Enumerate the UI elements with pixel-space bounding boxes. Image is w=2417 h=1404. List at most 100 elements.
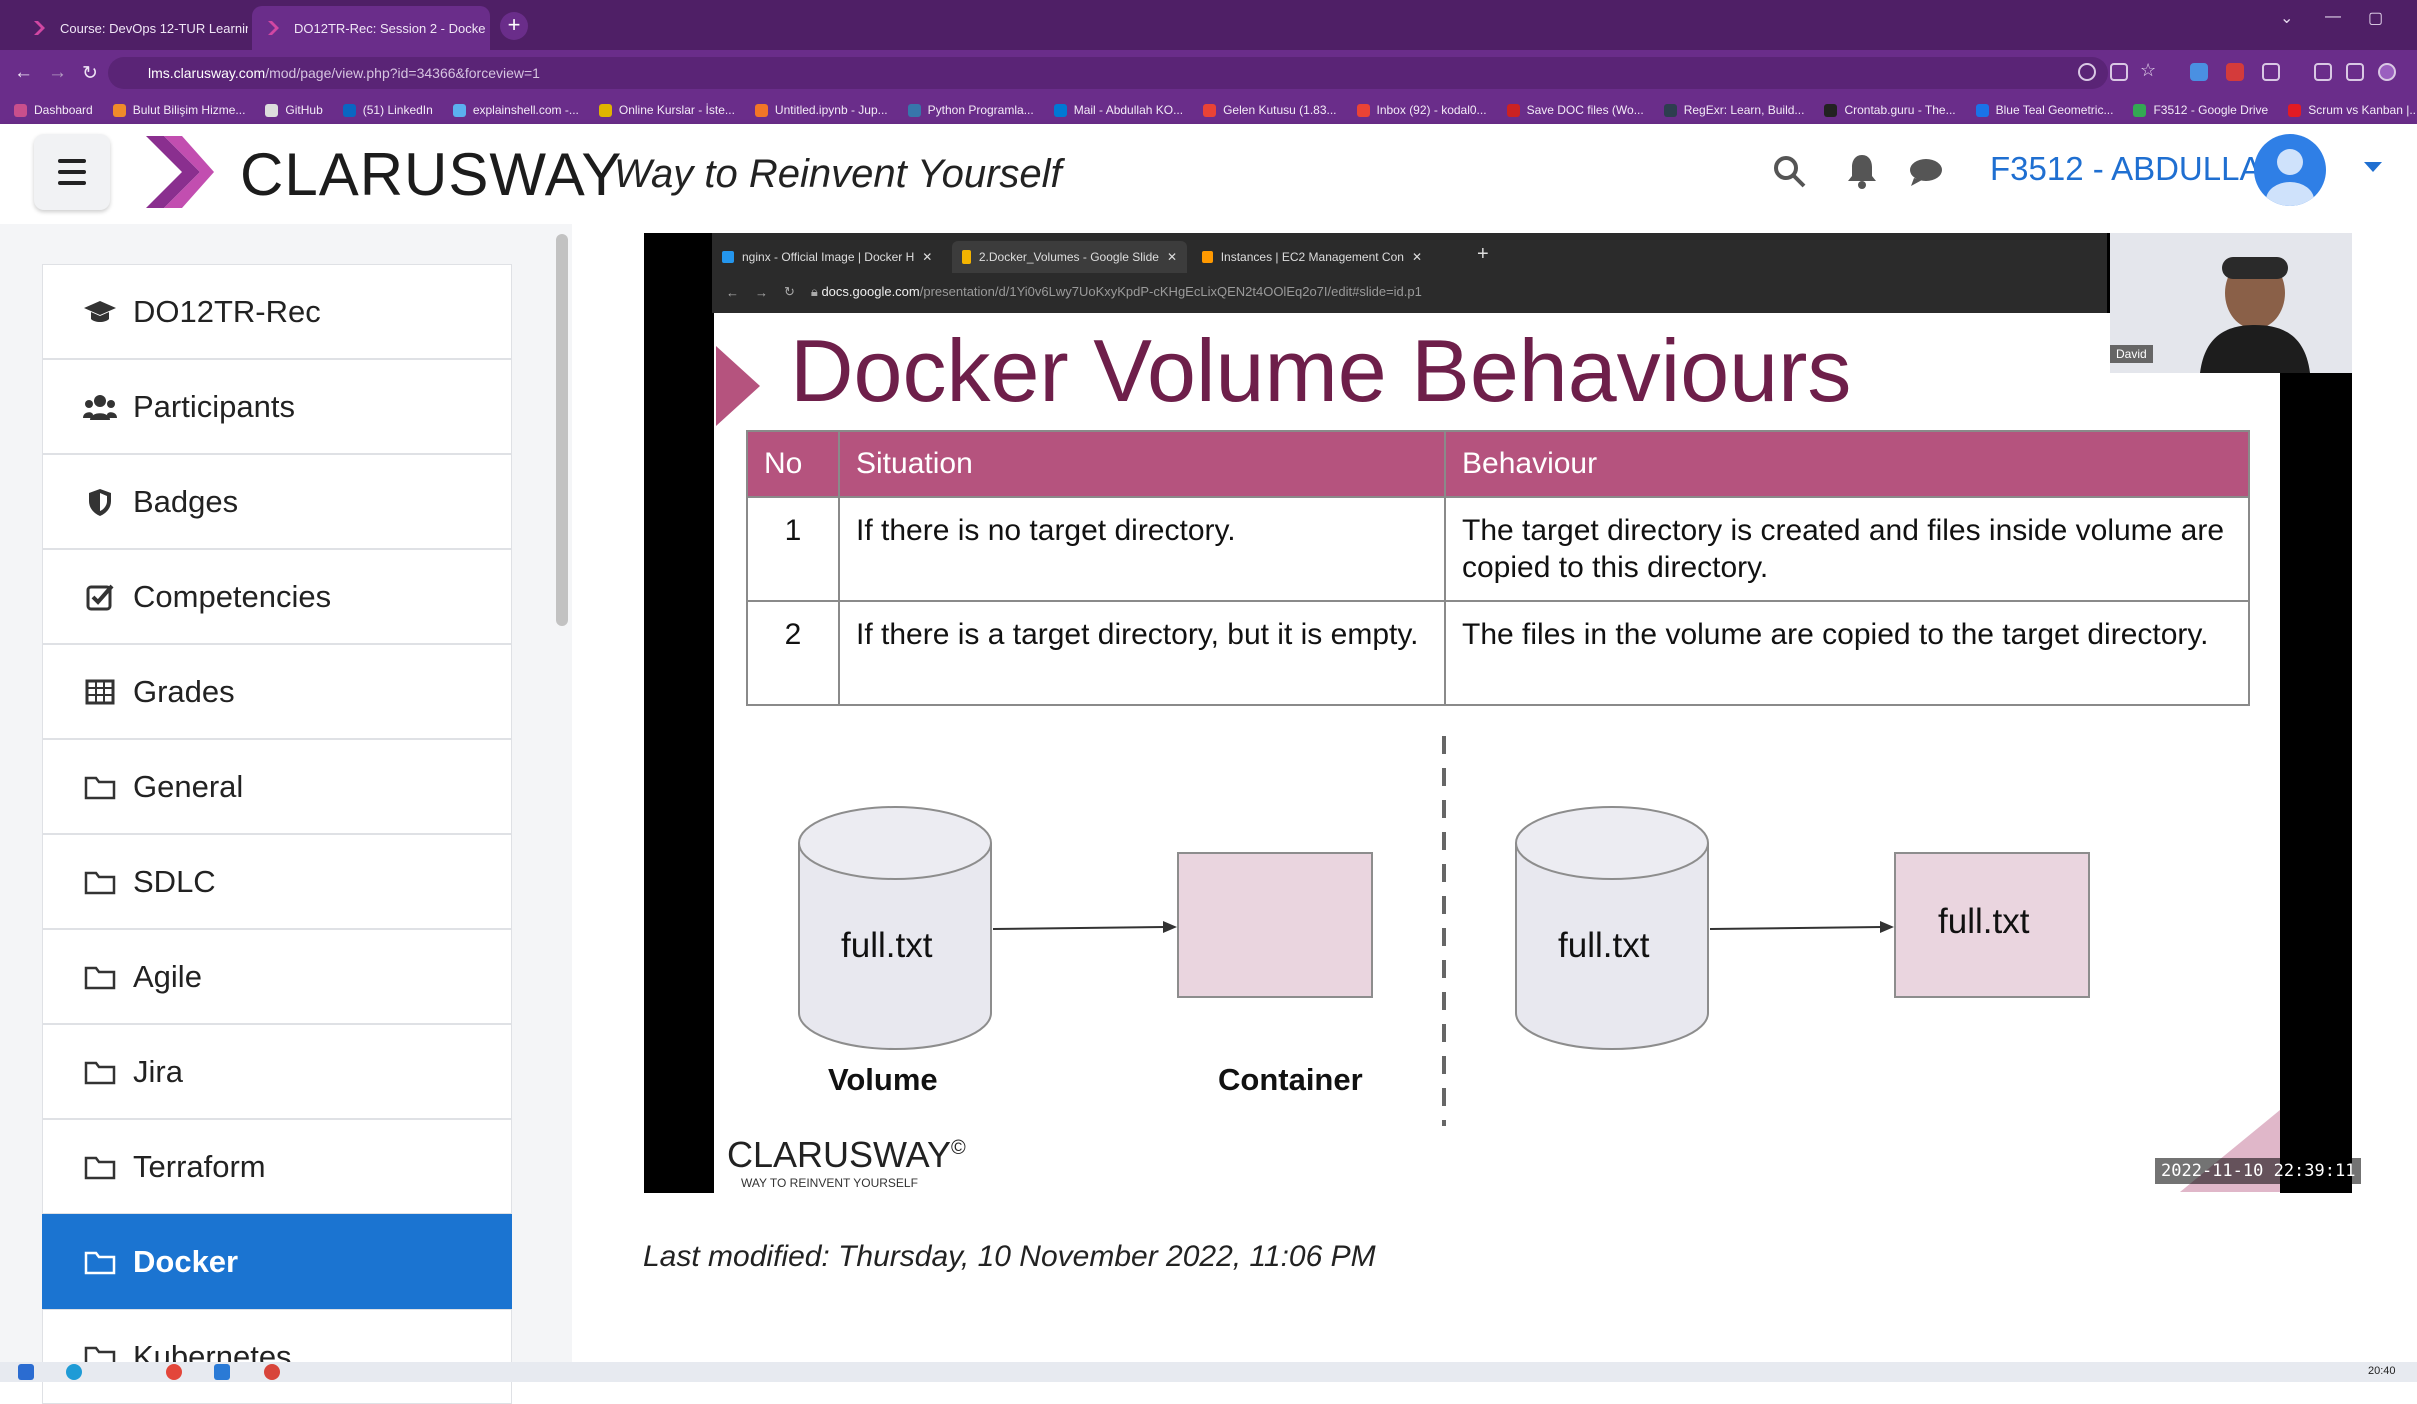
- sidebar-item-label: Docker: [133, 1243, 239, 1279]
- sidebar-item-jira[interactable]: Jira: [42, 1024, 512, 1119]
- sidebar-item-general[interactable]: General: [42, 739, 512, 834]
- bookmark-item[interactable]: Scrum vs Kanban |...: [2288, 103, 2417, 117]
- video-browser-tab-active: 2.Docker_Volumes - Google Slide ✕: [952, 241, 1187, 273]
- folder-icon: [83, 1057, 117, 1087]
- sidebar-item-label: Grades: [133, 673, 235, 709]
- caret-down-icon[interactable]: [2362, 160, 2384, 174]
- extension-translate-icon[interactable]: [2190, 63, 2208, 81]
- address-bar[interactable]: lms.clarusway.com/mod/page/view.php?id=3…: [108, 57, 2108, 89]
- edge-icon[interactable]: [66, 1364, 82, 1380]
- bookmark-item[interactable]: Dashboard: [14, 103, 93, 117]
- browser-tab[interactable]: Course: DevOps 12-TUR Learnin ✕: [18, 6, 248, 50]
- browser-tab-bar: Course: DevOps 12-TUR Learnin ✕ DO12TR-R…: [0, 0, 2417, 50]
- reload-icon[interactable]: ↻: [82, 62, 102, 85]
- table-row: 2 If there is a target directory, but it…: [746, 600, 2250, 706]
- bookmark-favicon-icon: [342, 103, 356, 117]
- forward-icon[interactable]: →: [48, 62, 68, 84]
- close-icon: ✕: [1166, 250, 1177, 264]
- sidebar-item-grades[interactable]: Grades: [42, 644, 512, 739]
- user-name[interactable]: F3512 - ABDULLAH: [1990, 150, 2285, 188]
- bookmark-item[interactable]: Online Kurslar - İste...: [598, 103, 735, 117]
- sidebar-item-competencies[interactable]: Competencies: [42, 549, 512, 644]
- browser-tab-active[interactable]: DO12TR-Rec: Session 2 - Docke ✕: [252, 6, 490, 50]
- bookmark-item[interactable]: Save DOC files (Wo...: [1506, 103, 1644, 117]
- profile-icon[interactable]: [2378, 63, 2396, 81]
- zoom-icon[interactable]: [2078, 63, 2096, 81]
- bookmark-item[interactable]: Python Programla...: [907, 103, 1034, 117]
- slide-footer-brand: CLARUSWAY©: [727, 1134, 966, 1176]
- sidebar-item-agile[interactable]: Agile: [42, 929, 512, 1024]
- cell-situation: If there is no target directory.: [838, 496, 1446, 602]
- bookmark-item[interactable]: RegExr: Learn, Build...: [1663, 103, 1805, 117]
- extension-red-icon[interactable]: [2226, 63, 2244, 81]
- vscode-icon[interactable]: [214, 1364, 230, 1380]
- sidebar-scroll-thumb[interactable]: [556, 234, 568, 626]
- bookmark-item[interactable]: GitHub: [265, 103, 323, 117]
- bookmark-label: explainshell.com -...: [472, 103, 579, 117]
- slide-title: Docker Volume Behaviours: [790, 321, 1852, 420]
- sidebar-item-terraform[interactable]: Terraform: [42, 1119, 512, 1214]
- new-tab-button[interactable]: +: [500, 12, 528, 40]
- bookmark-item[interactable]: Untitled.ipynb - Jup...: [754, 103, 888, 117]
- reading-list-icon[interactable]: [2314, 63, 2332, 81]
- browser-toolbar: ← → ↻ lms.clarusway.com/mod/page/view.ph…: [0, 50, 2417, 96]
- sidebar-item-participants[interactable]: Participants: [42, 359, 512, 454]
- sidebar-item-badges[interactable]: Badges: [42, 454, 512, 549]
- avatar[interactable]: [2254, 134, 2326, 206]
- bookmark-item[interactable]: Mail - Abdullah KO...: [1053, 103, 1183, 117]
- video-timestamp: 2022-11-10 22:39:11: [2155, 1158, 2362, 1184]
- sidebar-item-docker[interactable]: Docker: [42, 1214, 512, 1309]
- share-icon[interactable]: [2110, 63, 2128, 81]
- bookmark-label: RegExr: Learn, Build...: [1683, 103, 1805, 117]
- extensions-puzzle-icon[interactable]: [2262, 63, 2280, 81]
- side-panel-icon[interactable]: [2346, 63, 2364, 81]
- search-icon[interactable]: [1772, 154, 1808, 190]
- container-box: [1177, 852, 1373, 998]
- dashed-divider: [1442, 736, 1446, 1126]
- sidebar-item-do12tr-rec[interactable]: DO12TR-Rec: [42, 264, 512, 359]
- brand-name[interactable]: CLARUSWAY: [240, 140, 622, 209]
- tab-title: DO12TR-Rec: Session 2 - Docke: [294, 20, 486, 36]
- minimize-icon[interactable]: —: [2325, 8, 2341, 26]
- maximize-icon[interactable]: ▢: [2368, 8, 2383, 28]
- bookmark-item[interactable]: Gelen Kutusu (1.83...: [1203, 103, 1337, 117]
- video-tab-title: nginx - Official Image | Docker H: [742, 250, 915, 264]
- bookmark-label: Python Programla...: [927, 103, 1034, 117]
- menu-toggle-button[interactable]: [34, 134, 110, 210]
- check-square-icon: [83, 582, 117, 612]
- bookmark-item[interactable]: Inbox (92) - kodal0...: [1356, 103, 1487, 117]
- forward-icon: →: [755, 284, 768, 300]
- cell-behaviour: The target directory is created and file…: [1444, 496, 2250, 602]
- camera-name-label: David: [2110, 345, 2153, 363]
- bell-icon[interactable]: [1846, 152, 1878, 190]
- bookmark-item[interactable]: Crontab.guru - The...: [1824, 103, 1956, 117]
- chrome-icon[interactable]: [166, 1364, 182, 1380]
- bookmark-item[interactable]: Bulut Bilişim Hizme...: [112, 103, 245, 117]
- bookmark-favicon-icon: [112, 103, 126, 117]
- sidebar-item-sdlc[interactable]: SDLC: [42, 834, 512, 929]
- bookmark-favicon-icon: [1203, 103, 1217, 117]
- bookmark-favicon-icon: [1506, 103, 1520, 117]
- plus-icon: +: [1477, 243, 1489, 265]
- video-address-bar: ← → ↻ 🔒︎ docs.google.com/presentation/d/1Y…: [718, 277, 2098, 307]
- chevron-down-icon[interactable]: ⌄: [2280, 8, 2293, 28]
- reload-icon: ↻: [784, 284, 795, 299]
- chat-icon[interactable]: [1908, 156, 1944, 188]
- star-icon[interactable]: ☆: [2140, 60, 2158, 80]
- start-icon[interactable]: [18, 1364, 34, 1380]
- chrome-profile-icon[interactable]: [264, 1364, 280, 1380]
- clarusway-favicon-icon: [268, 21, 279, 35]
- sidebar-item-kubernetes[interactable]: Kubernetes: [42, 1309, 512, 1404]
- url-path: /mod/page/view.php?id=34366&forceview=1: [265, 65, 540, 81]
- volume-file-label: full.txt: [841, 926, 933, 965]
- back-icon[interactable]: ←: [14, 62, 34, 84]
- slides-favicon-icon: [962, 250, 971, 264]
- bookmark-item[interactable]: (51) LinkedIn: [342, 103, 433, 117]
- bookmark-item[interactable]: Blue Teal Geometric...: [1975, 103, 2113, 117]
- video-browser-tab: nginx - Official Image | Docker H ✕: [712, 241, 947, 273]
- sidebar-item-label: Competencies: [133, 578, 332, 614]
- video-browser-chrome: nginx - Official Image | Docker H ✕ 2.Doc…: [712, 233, 2107, 313]
- bookmark-item[interactable]: explainshell.com -...: [452, 103, 579, 117]
- bookmark-item[interactable]: F3512 - Google Drive: [2133, 103, 2268, 117]
- sidebar-item-label: General: [133, 768, 244, 804]
